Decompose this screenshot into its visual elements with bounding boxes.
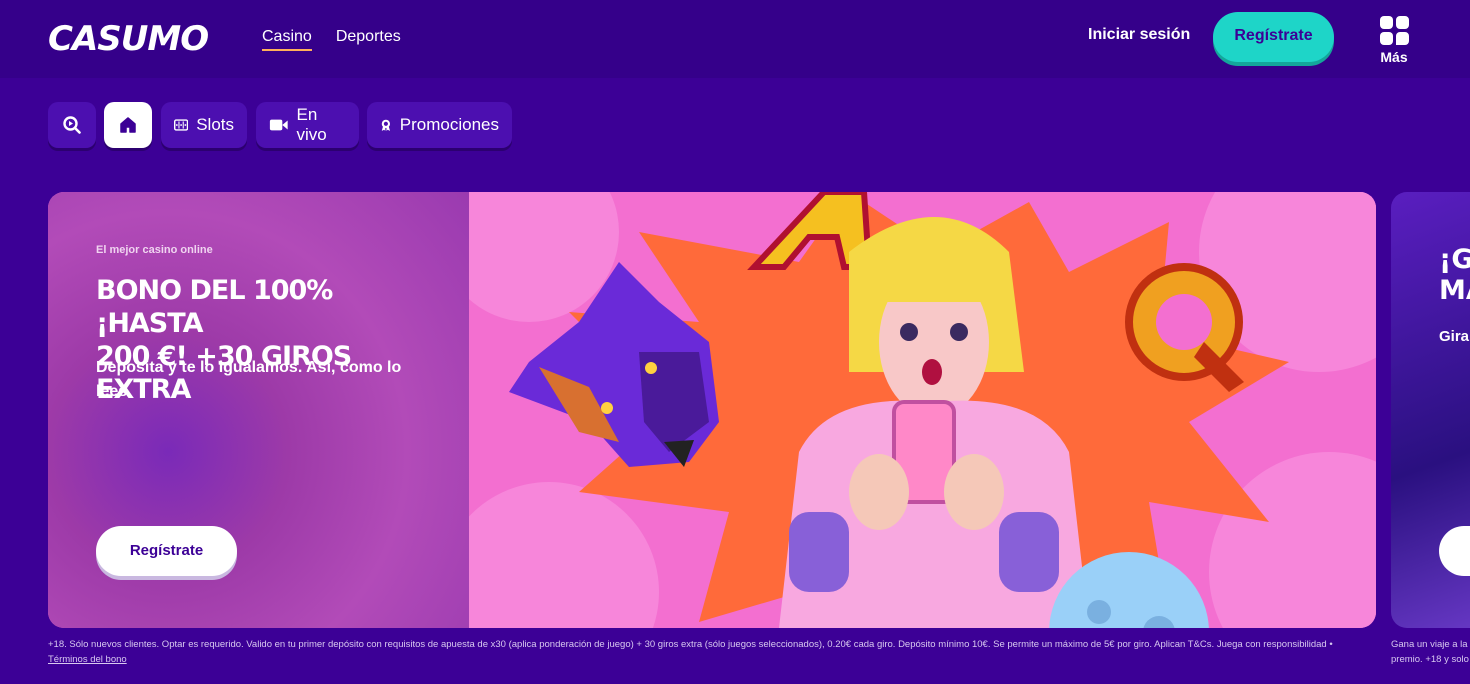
banner-subtext: Deposita y te lo igualamos. Así, como lo… [96, 359, 402, 400]
home-tab[interactable] [104, 102, 152, 148]
home-icon [120, 117, 136, 133]
top-header: CASUMO Casino Deportes Iniciar sesión Re… [0, 0, 1470, 78]
next-banner-subtext: Gira [1439, 328, 1470, 345]
more-menu-button[interactable]: Más [1376, 16, 1412, 65]
next-banner-headline-line1: ¡GA [1439, 244, 1470, 275]
video-camera-icon [269, 119, 288, 131]
next-banner-terms: Gana un viaje a la premio. +18 y solo [1391, 637, 1470, 667]
promo-banner[interactable]: El mejor casino online BONO DEL 100% ¡HA… [48, 192, 1376, 628]
tab-promociones[interactable]: Promociones [367, 102, 512, 148]
banner-illustration [469, 192, 1376, 628]
nav-casino[interactable]: Casino [262, 28, 312, 51]
tab-slots[interactable]: Slots [161, 102, 247, 148]
tab-slots-label: Slots [196, 115, 234, 134]
next-banner-terms-line2: premio. +18 y solo [1391, 654, 1469, 665]
more-label: Más [1380, 49, 1408, 65]
next-banner-terms-line1: Gana un viaje a la [1391, 639, 1468, 650]
bonus-terms-text: +18. Sólo nuevos clientes. Optar es requ… [48, 639, 1333, 650]
banner-signup-button[interactable]: Regístrate [96, 526, 237, 576]
banner-headline-line1: BONO DEL 100% ¡HASTA [96, 275, 333, 339]
tab-promociones-label: Promociones [399, 115, 499, 134]
nav-deportes[interactable]: Deportes [336, 28, 401, 51]
tab-en-vivo-label: En vivo [296, 105, 327, 144]
badge-icon [381, 119, 391, 131]
search-icon [63, 116, 81, 134]
grid-icon [1379, 16, 1409, 45]
slots-icon [174, 119, 189, 131]
bonus-terms: +18. Sólo nuevos clientes. Optar es requ… [48, 637, 1348, 667]
top-nav: Casino Deportes [262, 28, 401, 51]
banner-eyebrow: El mejor casino online [96, 244, 213, 256]
bonus-terms-link[interactable]: Términos del bono [48, 654, 127, 665]
search-button[interactable] [48, 102, 96, 148]
next-banner-headline-line2: MA [1439, 275, 1470, 306]
next-promo-banner[interactable]: ¡GA MA Gira [1391, 192, 1470, 628]
next-banner-headline: ¡GA MA [1439, 244, 1470, 306]
next-banner-button[interactable] [1439, 526, 1470, 576]
casumo-logo[interactable]: CASUMO [48, 19, 209, 59]
login-link[interactable]: Iniciar sesión [1088, 26, 1190, 44]
tab-en-vivo[interactable]: En vivo [256, 102, 359, 148]
signup-button[interactable]: Regístrate [1213, 12, 1334, 62]
